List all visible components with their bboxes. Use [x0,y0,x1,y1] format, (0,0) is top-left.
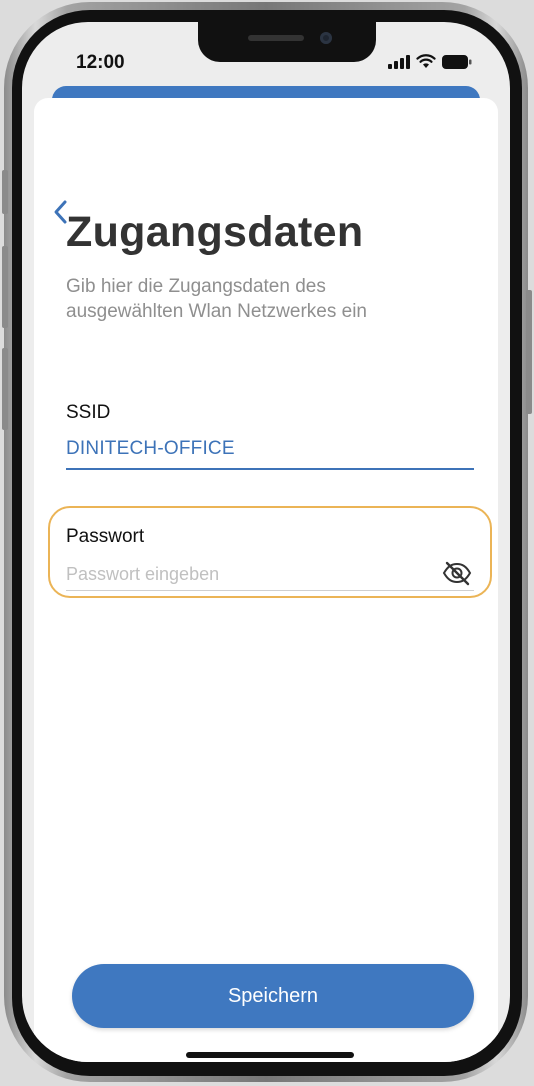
password-label: Passwort [66,526,145,547]
phone-screen: 12:00 Zugangsdaten Gib hier die Zugangsd… [22,22,510,1062]
side-button-power [526,290,532,414]
ssid-label: SSID [66,402,111,423]
front-camera [320,32,332,44]
password-underline [66,590,474,591]
side-button-volume-down [2,348,8,430]
ssid-field[interactable]: DINITECH-OFFICE [66,438,235,460]
ssid-underline [66,468,474,470]
status-icons [388,54,472,69]
status-time: 12:00 [76,52,125,73]
eye-slash-icon [442,561,472,586]
password-input[interactable] [66,560,426,588]
cellular-signal-icon [388,55,410,69]
page-subtitle: Gib hier die Zugangsdaten des ausgewählt… [66,276,367,322]
password-visibility-toggle[interactable] [442,560,472,586]
save-button[interactable]: Speichern [72,964,474,1028]
wifi-icon [416,54,436,68]
notch [198,22,376,62]
home-indicator[interactable] [186,1052,354,1058]
page-title: Zugangsdaten [66,208,364,256]
speaker-grille [248,35,304,41]
battery-icon [442,55,472,69]
side-button-silent [2,170,8,214]
side-button-volume-up [2,246,8,328]
status-bar: 12:00 [22,22,510,96]
